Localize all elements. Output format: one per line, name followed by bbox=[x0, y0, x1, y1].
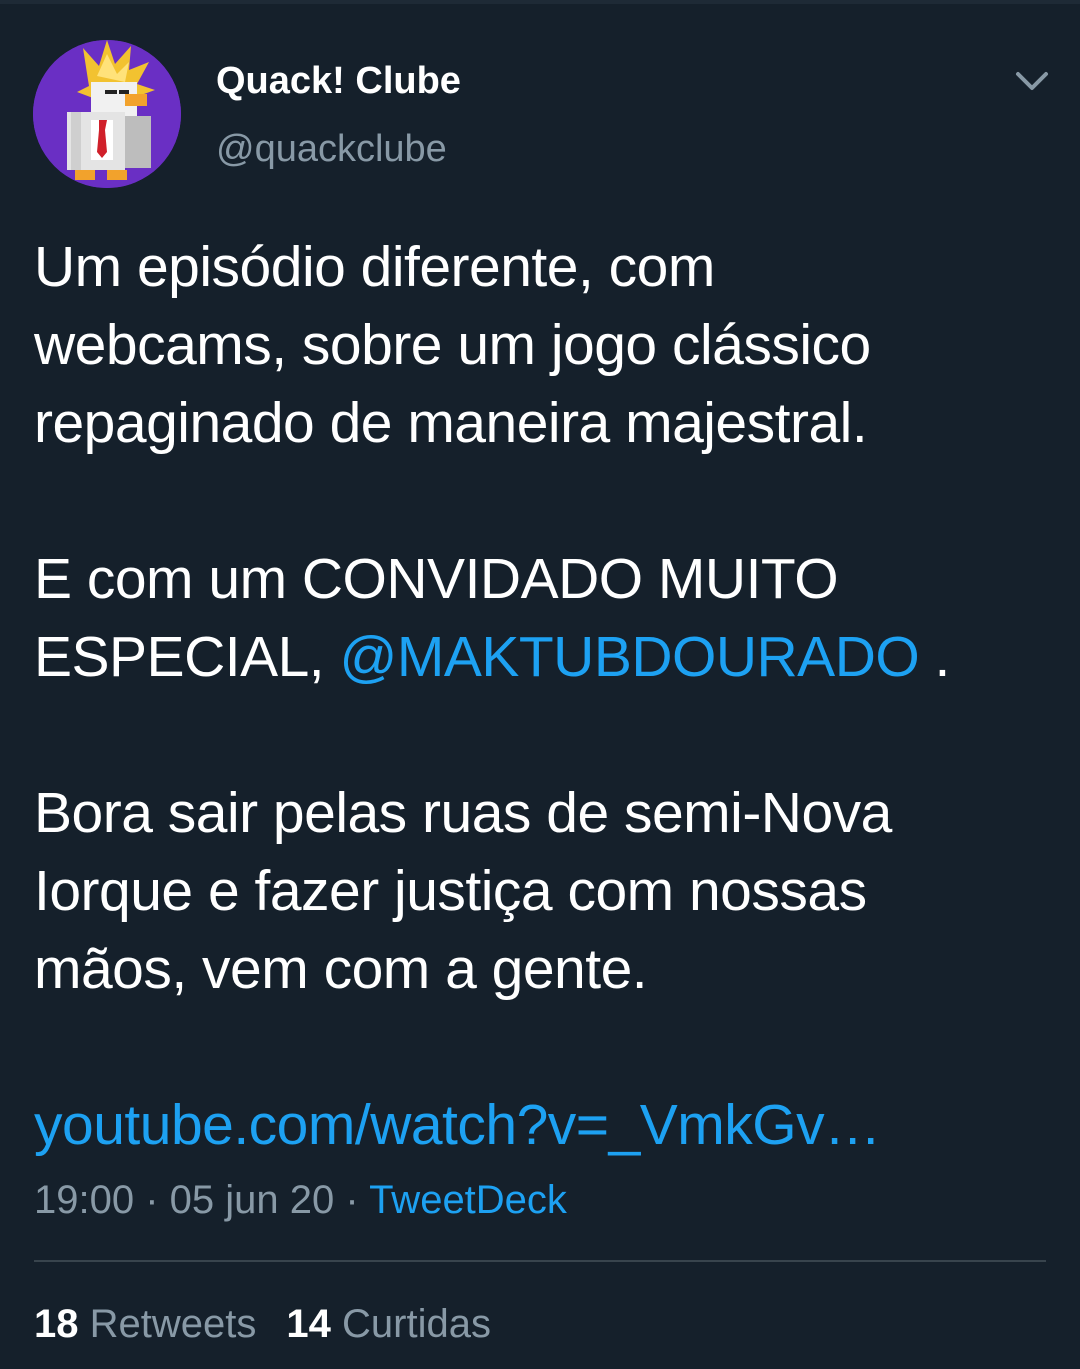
tweet-text-line: E com um CONVIDADO MUITO bbox=[34, 547, 839, 611]
tweet-text-line: repaginado de maneira majestral. bbox=[34, 391, 868, 455]
retweets-stat[interactable]: 18 Retweets bbox=[34, 1302, 256, 1346]
tweet-text-segment: . bbox=[919, 625, 951, 689]
likes-label: Curtidas bbox=[342, 1302, 491, 1346]
tweet-text-line: ESPECIAL, @MAKTUBDOURADO . bbox=[34, 618, 1044, 696]
chevron-down-icon[interactable] bbox=[1012, 62, 1052, 102]
tweet-text: Um episódio diferente, com webcams, sobr… bbox=[34, 228, 1044, 1164]
divider bbox=[34, 1260, 1046, 1262]
meta-separator: · bbox=[334, 1178, 370, 1222]
meta-separator: · bbox=[134, 1178, 170, 1222]
retweets-count: 18 bbox=[34, 1302, 79, 1346]
top-divider bbox=[0, 0, 1080, 4]
mention-link[interactable]: @MAKTUBDOURADO bbox=[339, 625, 919, 689]
tweet-stats: 18 Retweets 14 Curtidas bbox=[34, 1298, 491, 1350]
author-handle[interactable]: @quackclube bbox=[216, 126, 447, 172]
likes-stat[interactable]: 14 Curtidas bbox=[286, 1302, 491, 1346]
youtube-link[interactable]: youtube.com/watch?v=_VmkGv… bbox=[34, 1086, 1044, 1164]
tweet-text-line: Bora sair pelas ruas de semi-Nova bbox=[34, 781, 892, 845]
avatar[interactable] bbox=[33, 40, 181, 188]
likes-count: 14 bbox=[286, 1302, 331, 1346]
tweet-meta: 19:00 · 05 jun 20 · TweetDeck bbox=[34, 1174, 567, 1226]
tweet-text-line: Iorque e fazer justiça com nossas bbox=[34, 859, 867, 923]
tweet-time[interactable]: 19:00 bbox=[34, 1178, 134, 1222]
tweet-date[interactable]: 05 jun 20 bbox=[170, 1178, 335, 1222]
retweets-label: Retweets bbox=[89, 1302, 257, 1346]
tweet-source-link[interactable]: TweetDeck bbox=[369, 1178, 567, 1222]
author-name[interactable]: Quack! Clube bbox=[216, 58, 461, 104]
tweet-text-segment: ESPECIAL, bbox=[34, 625, 340, 689]
tweet-text-line: mãos, vem com a gente. bbox=[34, 937, 648, 1001]
duck-mascot-icon bbox=[33, 40, 181, 188]
tweet-text-line: Um episódio diferente, com bbox=[34, 235, 715, 299]
tweet-text-line: webcams, sobre um jogo clássico bbox=[34, 313, 871, 377]
